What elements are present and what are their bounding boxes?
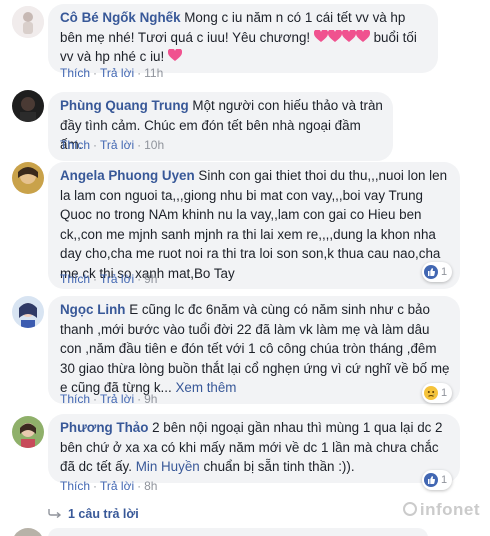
reaction-count[interactable]: 1 — [422, 383, 453, 403]
reaction-count-value: 1 — [441, 266, 448, 278]
watermark-text: infonet — [419, 500, 480, 519]
view-replies-link[interactable]: 1 câu trả lời — [48, 507, 139, 521]
like-link[interactable]: Thích — [60, 479, 90, 493]
like-reaction-icon — [424, 473, 438, 487]
replies-count-label[interactable]: 1 câu trả lời — [68, 507, 139, 521]
like-link[interactable]: Thích — [60, 392, 90, 406]
comment-bubble: Phương Thảo 2 bên nội ngoại gần nhau thì… — [48, 414, 460, 483]
comment-bubble: Ngọc Linh E cũng lc đc 6năm và cùng có n… — [48, 296, 460, 404]
timestamp[interactable]: 9h — [144, 272, 157, 286]
timestamp[interactable]: 9h — [144, 392, 157, 406]
comment-bubble: Cô Bé Ngốk Nghếk Mong c iu năm n có 1 cá… — [48, 4, 438, 73]
watermark-logo: infonet — [402, 500, 480, 520]
comment-text-continued: chuẩn bị sẵn tinh thần :)). — [203, 459, 355, 474]
reply-link[interactable]: Trả lời — [100, 479, 134, 493]
sad-reaction-icon — [424, 386, 438, 400]
comment-author[interactable]: Phương Thảo — [60, 420, 148, 435]
timestamp[interactable]: 8h — [144, 479, 157, 493]
avatar[interactable] — [12, 416, 44, 448]
comment-author[interactable]: Cô Bé Ngốk Nghếk — [60, 10, 181, 25]
watermark-icon — [402, 502, 417, 516]
comment-author[interactable]: Ngọc Linh — [60, 302, 125, 317]
comment-actions: Thích · Trả lời · 9h — [60, 392, 158, 406]
next-comment-partial — [12, 528, 432, 536]
see-more-link[interactable]: Xem thêm — [175, 380, 236, 395]
reaction-count-value: 1 — [441, 387, 448, 399]
comment-actions: Thích · Trả lời · 9h — [60, 272, 158, 286]
comment-actions: Thích · Trả lời · 11h — [60, 66, 164, 80]
timestamp[interactable]: 11h — [144, 66, 163, 80]
comment-text: Sinh con gai thiet thoi du thu,,,nuoi lo… — [60, 168, 448, 281]
comment-bubble: Angela Phuong Uyen Sinh con gai thiet th… — [48, 162, 460, 289]
like-link[interactable]: Thích — [60, 272, 90, 286]
avatar[interactable] — [12, 6, 44, 38]
reply-link[interactable]: Trả lời — [100, 272, 134, 286]
reply-arrow-icon — [48, 507, 62, 521]
reaction-count[interactable]: 1 — [422, 470, 453, 490]
reply-link[interactable]: Trả lời — [100, 138, 134, 152]
timestamp[interactable]: 10h — [144, 138, 164, 152]
reply-link[interactable]: Trả lời — [100, 66, 134, 80]
comment-actions: Thích · Trả lời · 8h — [60, 479, 158, 493]
mention-link[interactable]: Min Huyền — [136, 459, 200, 474]
reply-link[interactable]: Trả lời — [100, 392, 134, 406]
avatar[interactable] — [12, 162, 44, 194]
comment-author[interactable]: Angela Phuong Uyen — [60, 168, 195, 183]
avatar[interactable] — [12, 90, 44, 122]
comment-author[interactable]: Phùng Quang Trung — [60, 98, 189, 113]
like-link[interactable]: Thích — [60, 138, 90, 152]
comment-actions: Thích · Trả lời · 10h — [60, 138, 165, 152]
reaction-count-value: 1 — [441, 474, 448, 486]
heart-emoji-icon — [167, 49, 182, 64]
like-link[interactable]: Thích — [60, 66, 90, 80]
reaction-count[interactable]: 1 — [422, 262, 453, 282]
like-reaction-icon — [424, 265, 438, 279]
avatar[interactable] — [12, 296, 44, 328]
heart-emoji-icon — [313, 29, 374, 45]
